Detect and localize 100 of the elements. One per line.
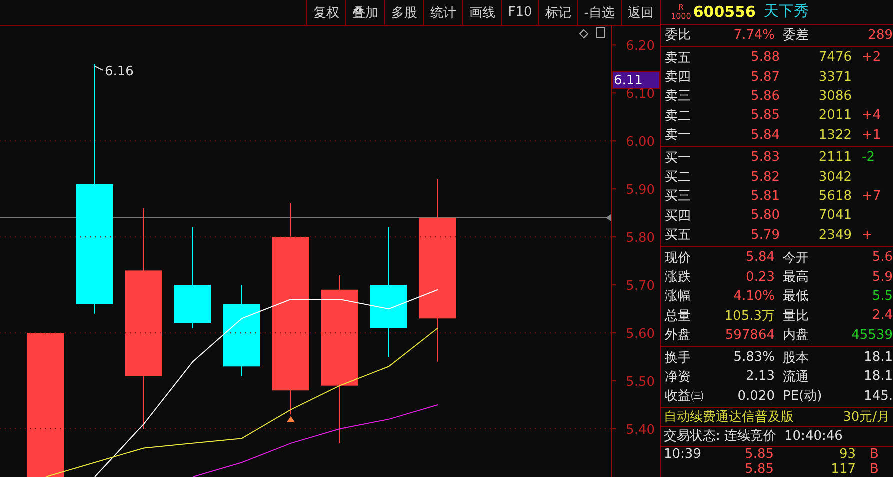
- stat-label: 流通: [782, 368, 810, 386]
- stat-label: 股本: [782, 350, 810, 367]
- stat-value: 5.84: [745, 250, 775, 266]
- stat-label: 净资: [665, 368, 692, 386]
- stat-value: 18.1: [863, 350, 893, 366]
- stat-label: 收益㈢: [665, 388, 705, 406]
- order-change: +1: [861, 128, 882, 143]
- stat-label: 内盘: [782, 327, 810, 344]
- price-tag: 6.11: [612, 71, 660, 90]
- high-price-label: 6.16: [94, 64, 134, 80]
- order-level-label: 卖五: [665, 50, 692, 67]
- stat-label: 最高: [782, 269, 810, 286]
- order-price: 5.87: [750, 70, 780, 85]
- ad-price: 30元/月: [843, 409, 890, 426]
- order-price: 5.85: [750, 108, 780, 124]
- stock-code: 600556: [693, 2, 756, 21]
- tick-side: B: [869, 462, 880, 477]
- order-level-label: 卖一: [665, 127, 692, 144]
- order-price: 5.88: [750, 50, 780, 66]
- order-change: +7: [861, 188, 882, 204]
- tick-volume: 93: [838, 446, 856, 462]
- triangle-marker-icon: [287, 416, 295, 422]
- stat-value: 5.9: [871, 270, 893, 284]
- order-price: 5.80: [750, 208, 780, 224]
- tick-side: B: [869, 446, 880, 462]
- order-volume: 7476: [818, 50, 852, 66]
- stat-label: 量比: [782, 308, 810, 325]
- axis-tick-label: 5.60: [626, 327, 655, 342]
- stat-label: PE(动): [782, 388, 823, 406]
- tick-time: 10:39: [664, 446, 702, 462]
- order-level-label: 卖二: [665, 108, 692, 125]
- order-price: 5.86: [750, 88, 780, 104]
- stat-label: 总量: [665, 308, 692, 325]
- axis-tick-label: 5.50: [626, 375, 655, 390]
- stat-value: 5.5: [871, 288, 893, 304]
- order-change: +: [861, 228, 874, 243]
- order-level-label: 卖四: [665, 69, 692, 86]
- stat-value: 0.23: [745, 270, 775, 284]
- stat-label: 今开: [782, 250, 810, 267]
- axis-tick-label: 6.20: [626, 39, 655, 54]
- stat-label: 换手: [665, 350, 692, 367]
- order-price: 5.83: [750, 150, 780, 166]
- tick-volume: 117: [830, 462, 856, 477]
- trading-status: 交易状态: 连续竞价: [664, 428, 777, 446]
- order-level-label: 卖三: [665, 88, 692, 106]
- stat-label: 涨跌: [665, 269, 692, 286]
- ratio-value: 289: [867, 28, 893, 43]
- status-time: 10:40:46: [784, 428, 843, 444]
- stat-value: 105.3万: [724, 308, 775, 325]
- stat-value: 4.10%: [732, 288, 775, 304]
- order-volume: 2111: [818, 150, 852, 166]
- order-volume: 1322: [818, 128, 852, 143]
- order-volume: 3042: [818, 170, 852, 185]
- stat-label: 涨幅: [665, 288, 692, 306]
- order-price: 5.84: [750, 128, 780, 143]
- stat-value: 2.4: [871, 308, 893, 324]
- order-level-label: 买一: [665, 150, 692, 167]
- stat-value: 45539: [850, 328, 893, 343]
- axis-tick-label: 5.90: [626, 183, 655, 198]
- order-level-label: 买三: [665, 188, 692, 206]
- axis-tick-label: 5.40: [626, 423, 655, 438]
- order-volume: 2349: [818, 228, 852, 243]
- axis-tick-label: 6.10: [626, 87, 655, 102]
- stat-label: 现价: [665, 250, 692, 267]
- stock-name: 天下秀: [764, 2, 809, 22]
- order-volume: 5618: [818, 188, 852, 204]
- order-change: -2: [861, 150, 876, 166]
- order-price: 5.82: [750, 170, 780, 185]
- order-change: +4: [861, 108, 882, 124]
- ratio-label: 委比: [665, 27, 692, 44]
- badge-letter: R: [678, 2, 684, 12]
- tick-price: 5.85: [744, 446, 774, 462]
- stat-value: 2.13: [745, 369, 775, 384]
- stat-value: 18.1: [863, 369, 893, 384]
- annotation: 6.16: [105, 64, 134, 80]
- stat-value: 5.83%: [732, 350, 775, 366]
- ratio-value: 7.74%: [732, 28, 775, 43]
- order-level-label: 买四: [665, 208, 692, 225]
- order-volume: 2011: [818, 108, 852, 124]
- diamond-icon[interactable]: [579, 29, 589, 39]
- tick-price: 5.85: [744, 462, 774, 477]
- ratio-label: 委差: [782, 27, 810, 44]
- order-price: 5.81: [750, 188, 780, 204]
- axis-tick-label: 5.80: [626, 231, 655, 246]
- axis-tick-label: 6.00: [626, 135, 655, 150]
- axis-tick-label: 5.70: [626, 279, 655, 294]
- order-level-label: 买五: [665, 227, 692, 244]
- order-volume: 3371: [818, 70, 852, 85]
- order-volume: 7041: [818, 208, 852, 224]
- stat-label: 外盘: [665, 327, 692, 344]
- stat-value: 597864: [724, 328, 775, 343]
- stat-value: 5.6: [871, 250, 893, 266]
- stat-label: 最低: [782, 288, 810, 306]
- order-volume: 3086: [818, 88, 852, 104]
- order-price: 5.79: [750, 228, 780, 243]
- order-level-label: 买二: [665, 169, 692, 186]
- stat-value: 0.020: [736, 388, 775, 404]
- order-change: +2: [861, 50, 882, 66]
- panel-icon[interactable]: [596, 28, 606, 38]
- ad-link[interactable]: 自动续费通达信普及版: [664, 408, 794, 426]
